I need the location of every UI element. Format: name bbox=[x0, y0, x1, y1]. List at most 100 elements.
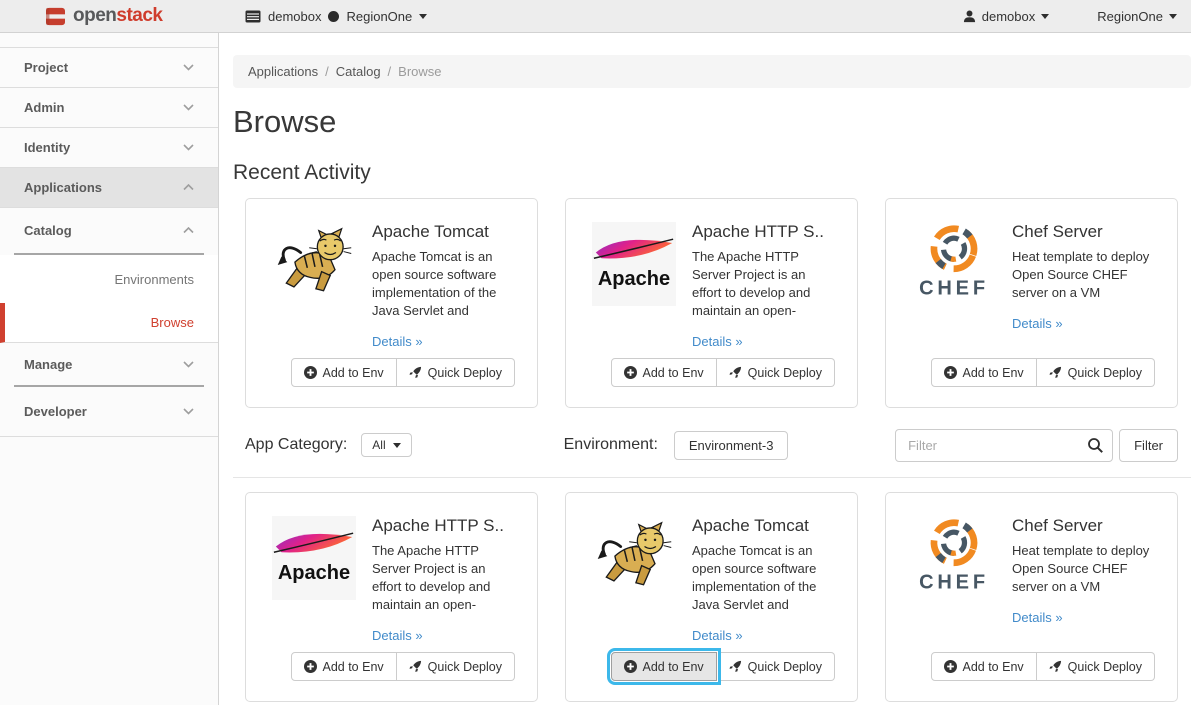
brand-wordmark: openstack bbox=[73, 5, 163, 27]
openstack-logo-icon bbox=[45, 7, 66, 26]
add-to-env-button-highlighted[interactable]: Add to Env bbox=[611, 652, 717, 681]
filter-input[interactable] bbox=[895, 429, 1113, 462]
sidebar-item-identity[interactable]: Identity bbox=[0, 128, 218, 168]
card-description: Heat template to deploy Open Source CHEF… bbox=[1012, 542, 1157, 596]
switcher-region-label: RegionOne bbox=[346, 9, 412, 24]
tomcat-logo bbox=[272, 222, 356, 306]
top-navbar: openstack demobox RegionOne demobox Regi… bbox=[0, 0, 1191, 33]
sidebar-item-applications[interactable]: Applications bbox=[0, 168, 218, 208]
catalog-cards: Apache Apache HTTP S.. The Apache HTTP S… bbox=[245, 492, 1178, 702]
sidebar-item-browse[interactable]: Browse bbox=[0, 303, 218, 343]
plus-circle-icon bbox=[624, 366, 637, 379]
sidebar-item-admin[interactable]: Admin bbox=[0, 88, 218, 128]
card-actions: Add to Env Quick Deploy bbox=[931, 358, 1156, 387]
card-description: Apache Tomcat is an open source software… bbox=[692, 542, 837, 614]
filter-bar: App Category: All Environment: Environme… bbox=[245, 428, 1178, 462]
quick-deploy-button[interactable]: Quick Deploy bbox=[717, 358, 835, 387]
tomcat-logo bbox=[592, 516, 676, 600]
app-card-apache-http: Apache Apache HTTP S.. The Apache HTTP S… bbox=[565, 198, 858, 408]
add-to-env-button[interactable]: Add to Env bbox=[931, 652, 1037, 681]
sidebar-item-developer[interactable]: Developer bbox=[0, 387, 218, 437]
card-actions: Add to Env Quick Deploy bbox=[931, 652, 1156, 681]
card-description: The Apache HTTP Server Project is an eff… bbox=[372, 542, 517, 614]
openstack-brand[interactable]: openstack bbox=[0, 5, 219, 27]
environment-selector-button[interactable]: Environment-3 bbox=[674, 431, 789, 460]
quick-deploy-button[interactable]: Quick Deploy bbox=[1037, 652, 1155, 681]
app-category-dropdown[interactable]: All bbox=[361, 433, 411, 457]
sidebar-item-project[interactable]: Project bbox=[0, 48, 218, 88]
rocket-icon bbox=[409, 366, 422, 379]
card-title: Apache HTTP S.. bbox=[692, 222, 837, 242]
search-icon[interactable] bbox=[1087, 437, 1104, 454]
svg-text:CHEF: CHEF bbox=[919, 572, 989, 594]
svg-text:CHEF: CHEF bbox=[919, 278, 989, 300]
caret-down-icon bbox=[393, 443, 401, 448]
chevron-down-icon bbox=[183, 104, 194, 111]
details-link[interactable]: Details » bbox=[692, 334, 743, 349]
card-title: Chef Server bbox=[1012, 516, 1157, 536]
project-region-switcher[interactable]: demobox RegionOne bbox=[245, 9, 427, 24]
app-card-tomcat: Apache Tomcat Apache Tomcat is an open s… bbox=[565, 492, 858, 702]
chevron-down-icon bbox=[183, 64, 194, 71]
details-link[interactable]: Details » bbox=[372, 628, 423, 643]
quick-deploy-button[interactable]: Quick Deploy bbox=[397, 358, 515, 387]
chevron-down-icon bbox=[183, 361, 194, 368]
rocket-icon bbox=[409, 660, 422, 673]
app-card-tomcat: Apache Tomcat Apache Tomcat is an open s… bbox=[245, 198, 538, 408]
rocket-icon bbox=[1049, 366, 1062, 379]
quick-deploy-button[interactable]: Quick Deploy bbox=[397, 652, 515, 681]
plus-circle-icon bbox=[304, 660, 317, 673]
card-description: The Apache HTTP Server Project is an eff… bbox=[692, 248, 837, 320]
details-link[interactable]: Details » bbox=[372, 334, 423, 349]
plus-circle-icon bbox=[304, 366, 317, 379]
sidebar-item-manage[interactable]: Manage bbox=[0, 343, 218, 385]
chevron-down-icon bbox=[183, 144, 194, 151]
card-title: Apache Tomcat bbox=[372, 222, 517, 242]
sidebar-item-environments[interactable]: Environments bbox=[0, 255, 218, 303]
user-icon bbox=[963, 10, 976, 23]
sidebar-top-strip bbox=[0, 33, 218, 48]
filter-button[interactable]: Filter bbox=[1119, 429, 1178, 462]
details-link[interactable]: Details » bbox=[1012, 316, 1063, 331]
breadcrumb-applications[interactable]: Applications bbox=[248, 64, 318, 79]
card-title: Chef Server bbox=[1012, 222, 1157, 242]
user-menu[interactable]: demobox bbox=[963, 9, 1049, 24]
breadcrumb-browse: Browse bbox=[398, 64, 441, 79]
quick-deploy-button[interactable]: Quick Deploy bbox=[1037, 358, 1155, 387]
main-content: Applications / Catalog / Browse Browse R… bbox=[219, 33, 1191, 705]
card-title: Apache HTTP S.. bbox=[372, 516, 517, 536]
list-icon bbox=[245, 10, 261, 23]
add-to-env-button[interactable]: Add to Env bbox=[931, 358, 1037, 387]
add-to-env-button[interactable]: Add to Env bbox=[291, 652, 397, 681]
rocket-icon bbox=[729, 660, 742, 673]
card-description: Heat template to deploy Open Source CHEF… bbox=[1012, 248, 1157, 302]
card-actions: Add to Env Quick Deploy bbox=[611, 358, 836, 387]
switcher-project-label: demobox bbox=[268, 9, 321, 24]
chef-logo: CHEF bbox=[912, 222, 996, 306]
app-card-chef: CHEF Chef Server Heat template to deploy… bbox=[885, 198, 1178, 408]
card-description: Apache Tomcat is an open source software… bbox=[372, 248, 517, 320]
chef-logo: CHEF bbox=[912, 516, 996, 600]
apache-logo: Apache bbox=[592, 222, 676, 306]
apache-logo: Apache bbox=[272, 516, 356, 600]
sidebar-item-catalog[interactable]: Catalog bbox=[0, 208, 218, 253]
recent-activity-cards: Apache Tomcat Apache Tomcat is an open s… bbox=[245, 198, 1178, 408]
rocket-icon bbox=[1049, 660, 1062, 673]
card-actions: Add to Env Quick Deploy bbox=[291, 652, 516, 681]
card-actions: Add to Env Quick Deploy bbox=[291, 358, 516, 387]
side-navigation: Project Admin Identity Applications Cata… bbox=[0, 33, 219, 705]
recent-activity-title: Recent Activity bbox=[233, 161, 1191, 185]
card-title: Apache Tomcat bbox=[692, 516, 837, 536]
app-card-chef: CHEF Chef Server Heat template to deploy… bbox=[885, 492, 1178, 702]
details-link[interactable]: Details » bbox=[692, 628, 743, 643]
caret-down-icon bbox=[1169, 14, 1177, 19]
add-to-env-button[interactable]: Add to Env bbox=[611, 358, 717, 387]
region-menu[interactable]: RegionOne bbox=[1097, 9, 1177, 24]
breadcrumb-catalog[interactable]: Catalog bbox=[336, 64, 381, 79]
region-menu-label: RegionOne bbox=[1097, 9, 1163, 24]
add-to-env-button[interactable]: Add to Env bbox=[291, 358, 397, 387]
chevron-up-icon bbox=[183, 184, 194, 191]
quick-deploy-button[interactable]: Quick Deploy bbox=[717, 652, 835, 681]
details-link[interactable]: Details » bbox=[1012, 610, 1063, 625]
plus-circle-icon bbox=[624, 660, 637, 673]
